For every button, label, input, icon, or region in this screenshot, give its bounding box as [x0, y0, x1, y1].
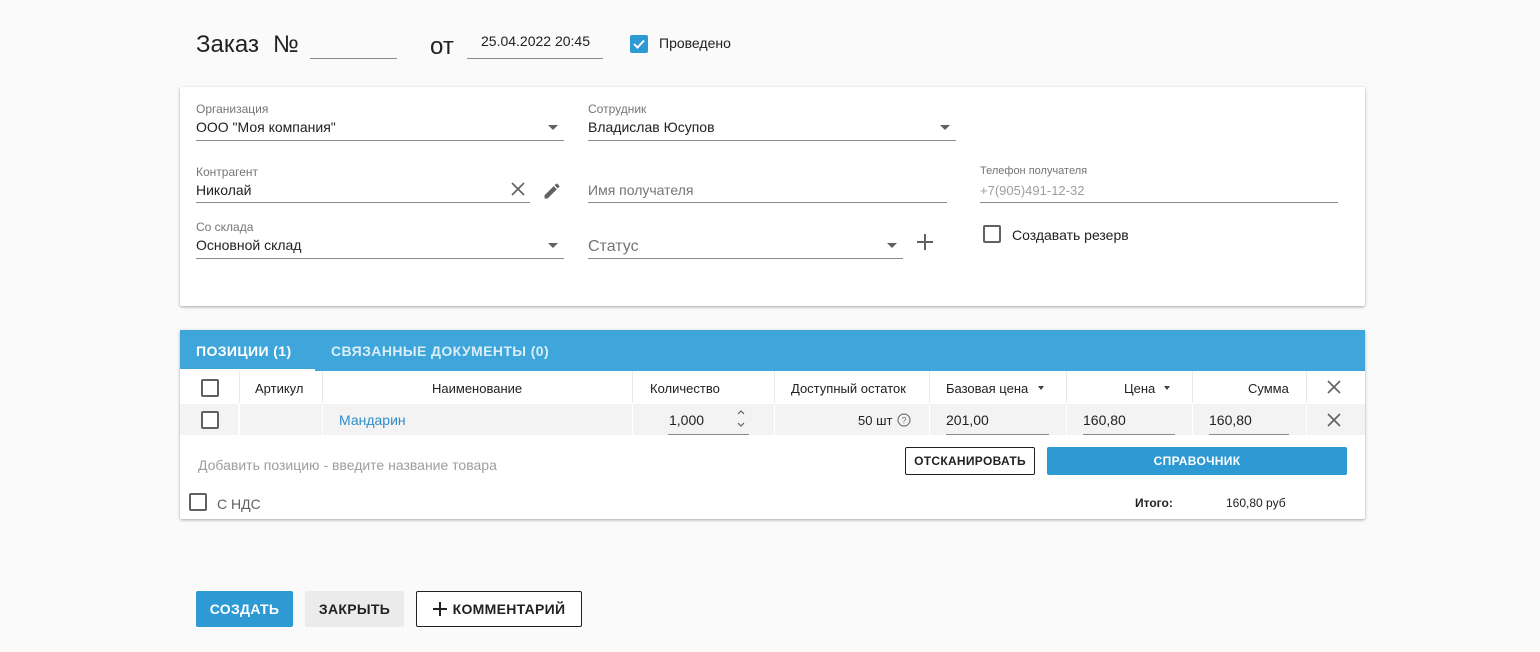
add-comment-button[interactable]: Комментарий: [416, 591, 582, 627]
employee-label: Сотрудник: [588, 102, 647, 116]
select-all-checkbox[interactable]: [201, 379, 219, 397]
vat-label: С НДС: [217, 496, 261, 512]
organization-label: Организация: [196, 102, 269, 116]
organization-select[interactable]: ООО "Моя компания": [196, 117, 564, 141]
col-price-sort[interactable]: Цена: [1124, 371, 1184, 403]
add-position-input[interactable]: Добавить позицию - введите название това…: [198, 457, 497, 473]
stepper-down-icon[interactable]: [737, 422, 745, 428]
total-value: 160,80 руб: [1226, 496, 1286, 510]
pencil-icon[interactable]: [542, 181, 562, 201]
counterparty-input[interactable]: Николай: [196, 180, 530, 203]
from-label: от: [430, 33, 454, 60]
quantity-stepper[interactable]: 1,000: [668, 408, 749, 435]
reserve-checkbox[interactable]: [983, 225, 1001, 243]
chevron-down-icon: [548, 243, 558, 248]
warehouse-label: Со склада: [196, 220, 254, 234]
close-icon[interactable]: [510, 181, 526, 197]
positions-card: Позиции (1) Связанные документы (0) Арти…: [180, 330, 1365, 519]
check-icon: [633, 39, 645, 49]
col-base-price-sort[interactable]: Базовая цена: [946, 371, 1076, 403]
posted-checkbox[interactable]: [630, 35, 648, 53]
number-sign: №: [273, 31, 299, 58]
warehouse-select[interactable]: Основной склад: [196, 235, 564, 259]
order-title: Заказ: [196, 31, 259, 58]
remove-all-icon[interactable]: [1326, 379, 1342, 395]
chevron-down-icon: [548, 125, 558, 130]
row-available: 50 шт: [858, 413, 893, 428]
col-quantity: Количество: [650, 381, 720, 396]
date-input[interactable]: 25.04.2022 20:45: [467, 30, 603, 59]
col-available: Доступный остаток: [791, 381, 906, 396]
order-form-card: Организация ООО "Моя компания" Сотрудник…: [180, 87, 1365, 306]
counterparty-label: Контрагент: [196, 165, 259, 179]
row-select-checkbox[interactable]: [201, 411, 219, 429]
reserve-label: Создавать резерв: [1012, 227, 1129, 243]
row-product-link[interactable]: Мандарин: [339, 412, 406, 428]
order-number-input[interactable]: [310, 34, 397, 59]
sort-down-icon: [1038, 386, 1044, 390]
tab-bar: Позиции (1) Связанные документы (0): [180, 330, 1365, 371]
tab-linked-documents[interactable]: Связанные документы (0): [315, 330, 575, 371]
remove-row-icon[interactable]: [1326, 412, 1342, 428]
add-status-icon[interactable]: [916, 233, 934, 251]
col-sum: Сумма: [1248, 381, 1289, 396]
base-price-input[interactable]: 201,00: [946, 408, 1049, 435]
chevron-down-icon: [887, 243, 897, 248]
sort-down-icon: [1164, 386, 1170, 390]
col-article: Артикул: [255, 381, 304, 396]
plus-icon: [432, 602, 447, 616]
recipient-phone-label: Телефон получателя: [980, 165, 1088, 177]
table-row: Мандарин 1,000 50 шт ? 201,00 160,80 160…: [180, 404, 1365, 435]
header-row: Заказ № от 25.04.2022 20:45 Проведено: [0, 0, 1540, 80]
tab-positions[interactable]: Позиции (1): [180, 330, 315, 371]
svg-text:?: ?: [901, 416, 906, 426]
help-icon[interactable]: ?: [897, 413, 911, 427]
sum-input[interactable]: 160,80: [1209, 408, 1289, 435]
vat-checkbox[interactable]: [189, 493, 207, 511]
table-header: Артикул Наименование Количество Доступны…: [180, 371, 1365, 403]
employee-select[interactable]: Владислав Юсупов: [588, 117, 956, 141]
close-button[interactable]: Закрыть: [305, 591, 404, 627]
recipient-phone-input[interactable]: +7(905)491-12-32: [980, 180, 1338, 203]
status-select[interactable]: Статус: [588, 233, 903, 259]
create-button[interactable]: Создать: [196, 591, 293, 627]
catalog-button[interactable]: Справочник: [1047, 447, 1347, 475]
stepper-up-icon[interactable]: [737, 409, 745, 415]
posted-label: Проведено: [659, 35, 731, 51]
scan-button[interactable]: Отсканировать: [905, 447, 1035, 475]
chevron-down-icon: [940, 125, 950, 130]
price-input[interactable]: 160,80: [1083, 408, 1175, 435]
col-name: Наименование: [432, 381, 523, 396]
total-label: Итого:: [1135, 496, 1173, 510]
recipient-name-input[interactable]: Имя получателя: [588, 180, 947, 203]
